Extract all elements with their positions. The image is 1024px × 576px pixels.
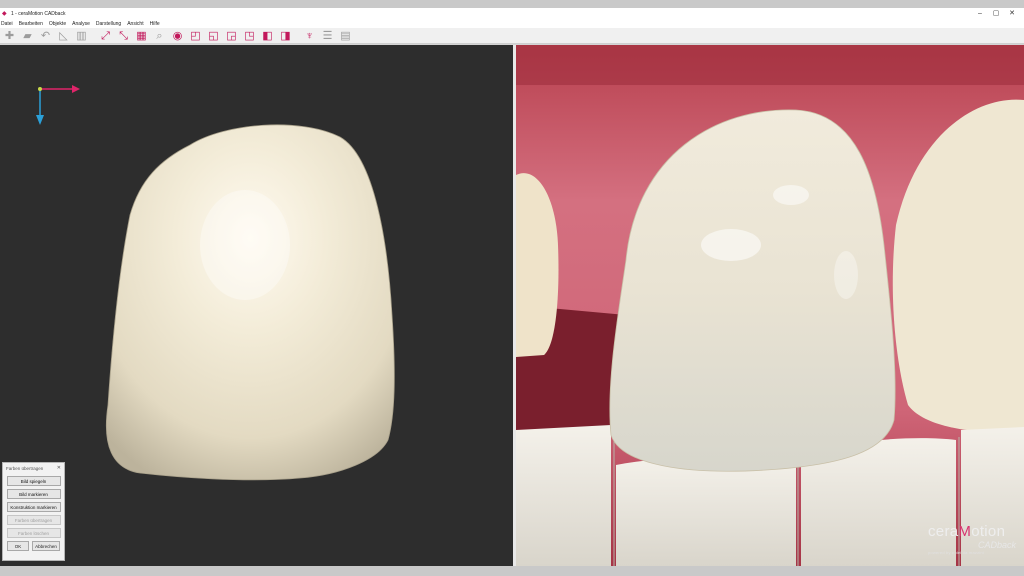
maximize-button[interactable]: ▢ [988, 8, 1004, 20]
scanner-icon[interactable]: ▤ [338, 29, 353, 43]
mirror-image-button[interactable]: Bild spiegeln [6, 476, 61, 486]
window-title: 1 - ceraMotion CADback [11, 11, 66, 17]
menu-analyse[interactable]: Analyse [72, 21, 90, 27]
minimize-button[interactable]: – [972, 8, 988, 20]
collapse-view-icon[interactable]: ⤡ [116, 29, 131, 43]
dialog-title-bar: Farben übertragen ✕ [3, 463, 64, 474]
tooth-highlight [200, 190, 290, 300]
transfer-colors-dialog: Farben übertragen ✕ Bild spiegeln Bild m… [2, 462, 65, 561]
dialog-footer: OK Abbrechen [3, 541, 64, 551]
ok-button[interactable]: OK [7, 541, 29, 551]
logo-sub: CADback [977, 540, 1016, 550]
status-bar [0, 566, 1024, 576]
window-controls: – ▢ ✕ [972, 8, 1020, 20]
tooth-model [105, 124, 395, 481]
menu-ansicht[interactable]: Ansicht [127, 21, 143, 27]
cube-left-icon[interactable]: ◲ [224, 29, 239, 43]
cube-back-icon[interactable]: ◱ [206, 29, 221, 43]
mark-construction-button[interactable]: Konstruktion markieren [6, 502, 61, 512]
menu-darstellung[interactable]: Darstellung [96, 21, 121, 27]
menu-datei[interactable]: Datei [1, 21, 13, 27]
menu-objekte[interactable]: Objekte [49, 21, 66, 27]
camera-icon[interactable]: ◉ [170, 29, 185, 43]
close-button[interactable]: ✕ [1004, 8, 1020, 20]
title-bar: ◆ 1 - ceraMotion CADback – ▢ ✕ [0, 8, 1024, 20]
photo-viewport[interactable] [516, 45, 1024, 566]
ceramotion-logo: ceraMotion CADback powered by c dei da m… [928, 524, 1024, 560]
undo-icon[interactable]: ↶ [38, 29, 53, 43]
3d-viewport[interactable] [0, 45, 513, 566]
lower-teeth [516, 425, 611, 566]
logo-text-a: cera [928, 523, 959, 540]
fit-view-icon[interactable]: ⤢ [98, 29, 113, 43]
folder-icon[interactable]: ▰ [20, 29, 35, 43]
trash-icon[interactable]: ▥ [74, 29, 89, 43]
logo-text-m: M [958, 523, 972, 540]
search-icon[interactable]: ⌕ [152, 29, 167, 43]
measure-icon[interactable]: ◺ [56, 29, 71, 43]
dental-photo [516, 45, 1024, 566]
mark-image-button[interactable]: Bild markieren [6, 489, 61, 499]
toolbar: ✚ ▰ ↶ ◺ ▥ ⤢ ⤡ ▦ ⌕ ◉ ◰ ◱ ◲ ◳ ◧ ◨ ♆ ☰ ▤ [0, 28, 1024, 44]
top-strip [0, 0, 1024, 8]
cube-right-icon[interactable]: ◳ [242, 29, 257, 43]
tooth-icon[interactable]: ♆ [302, 29, 317, 43]
add-icon[interactable]: ✚ [2, 29, 17, 43]
delete-colors-button: Farben löschen [6, 528, 61, 538]
cube-bottom-icon[interactable]: ◨ [278, 29, 293, 43]
menu-bar: Datei Bearbeiten Objekte Analyse Darstel… [0, 20, 1024, 28]
cancel-button[interactable]: Abbrechen [32, 541, 60, 551]
cube-top-icon[interactable]: ◧ [260, 29, 275, 43]
transfer-colors-button: Farben übertragen [6, 515, 61, 525]
app-icon: ◆ [2, 11, 7, 17]
grid-icon[interactable]: ▦ [134, 29, 149, 43]
dialog-title: Farben übertragen [6, 466, 44, 471]
layers-icon[interactable]: ☰ [320, 29, 335, 43]
dialog-close-icon[interactable]: ✕ [57, 463, 61, 474]
logo-powered: powered by c dei da mazzini [928, 550, 984, 555]
menu-hilfe[interactable]: Hilfe [150, 21, 160, 27]
3d-scene [36, 85, 395, 481]
cube-front-icon[interactable]: ◰ [188, 29, 203, 43]
logo-text-b: otion [971, 523, 1006, 540]
axes-gizmo [36, 85, 80, 125]
menu-bearbeiten[interactable]: Bearbeiten [19, 21, 43, 27]
